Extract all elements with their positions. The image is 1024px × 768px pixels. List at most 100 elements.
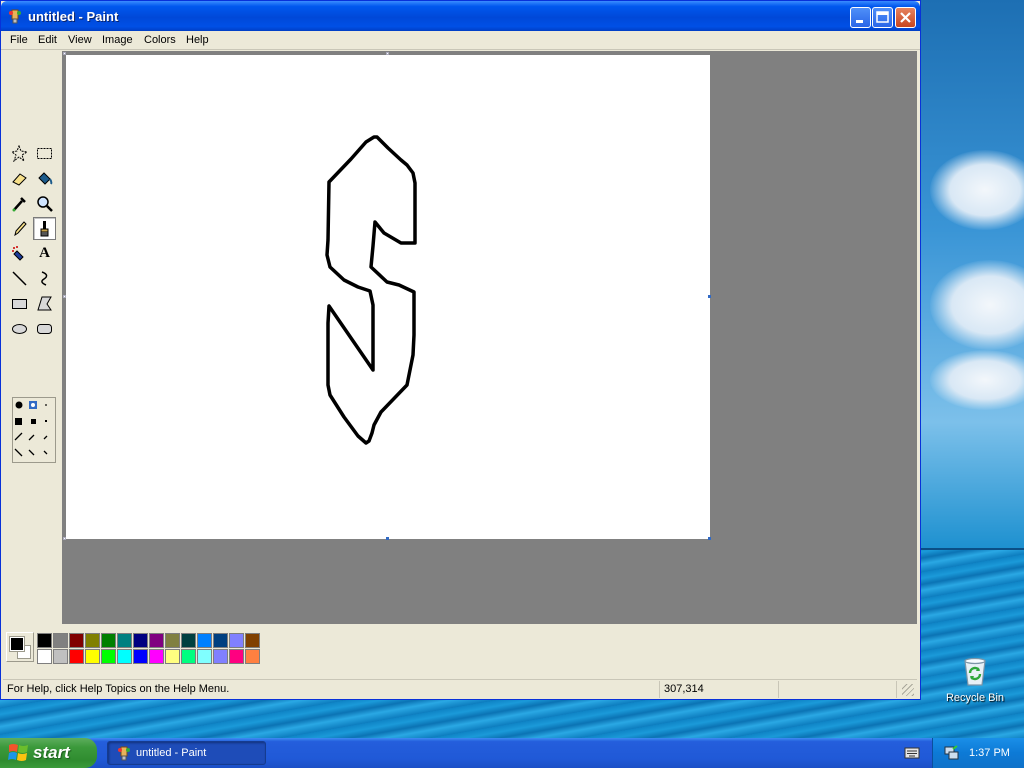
window-title: untitled - Paint	[28, 9, 119, 24]
tool-magnifier[interactable]	[33, 192, 56, 215]
tool-select[interactable]	[33, 142, 56, 165]
minimize-button[interactable]	[850, 7, 871, 28]
clock: 1:37 PM	[969, 747, 1010, 759]
palette-swatch[interactable]	[69, 633, 84, 648]
tool-fill[interactable]	[33, 167, 56, 190]
tool-brush[interactable]	[33, 217, 56, 240]
desktop-cloud	[930, 150, 1024, 230]
drawing-canvas[interactable]	[63, 52, 711, 540]
tool-text[interactable]: A	[33, 242, 56, 265]
close-button[interactable]	[895, 7, 916, 28]
palette-swatch[interactable]	[213, 633, 228, 648]
keyboard-icon[interactable]	[904, 746, 920, 760]
tool-ellipse[interactable]	[8, 317, 31, 340]
brush-shape-options[interactable]	[12, 397, 56, 463]
palette-swatch[interactable]	[53, 649, 68, 664]
palette-swatch[interactable]	[181, 633, 196, 648]
foreground-color	[9, 636, 25, 652]
canvas-workspace[interactable]	[62, 51, 917, 624]
paint-window: untitled - Paint File Edit View Image Co…	[0, 0, 921, 700]
canvas-resize-handle[interactable]	[386, 52, 389, 55]
text-icon: A	[39, 245, 50, 261]
palette-swatch[interactable]	[37, 633, 52, 648]
palette-swatch[interactable]	[117, 649, 132, 664]
status-bar: For Help, click Help Topics on the Help …	[3, 679, 917, 698]
palette-swatch[interactable]	[245, 649, 260, 664]
menu-help[interactable]: Help	[186, 34, 209, 46]
tool-pick-color[interactable]	[8, 192, 31, 215]
system-tray: 1:37 PM	[932, 738, 1024, 768]
status-divider	[659, 681, 660, 698]
menu-file[interactable]: File	[10, 34, 28, 46]
tool-eraser[interactable]	[8, 167, 31, 190]
close-icon	[900, 12, 911, 23]
palette-swatch[interactable]	[69, 649, 84, 664]
curve-icon	[41, 271, 48, 286]
palette-swatch[interactable]	[37, 649, 52, 664]
network-icon[interactable]	[943, 745, 959, 761]
recycle-bin-label: Recycle Bin	[945, 692, 1005, 704]
star-select-icon	[11, 145, 28, 162]
rectangle-icon	[12, 299, 27, 309]
palette-swatch[interactable]	[101, 633, 116, 648]
palette-swatch[interactable]	[197, 649, 212, 664]
paint-app-icon	[9, 9, 21, 24]
brush-icon	[40, 221, 49, 237]
palette-swatch[interactable]	[133, 649, 148, 664]
canvas-resize-handle[interactable]	[386, 537, 389, 540]
eyedropper-icon	[12, 197, 26, 212]
tool-polygon[interactable]	[33, 292, 56, 315]
palette-swatch[interactable]	[149, 649, 164, 664]
canvas-resize-handle[interactable]	[708, 537, 711, 540]
brush-shapes-icon	[14, 401, 48, 457]
start-button[interactable]: start	[0, 738, 97, 768]
tool-rounded-rectangle[interactable]	[33, 317, 56, 340]
current-colors[interactable]	[6, 632, 34, 662]
palette-swatch[interactable]	[101, 649, 116, 664]
palette-swatch[interactable]	[245, 633, 260, 648]
tool-curve[interactable]	[33, 267, 56, 290]
palette-swatch[interactable]	[149, 633, 164, 648]
magnifier-icon	[37, 196, 53, 212]
menu-colors[interactable]: Colors	[144, 34, 176, 46]
taskbar-item-paint[interactable]: untitled - Paint	[107, 741, 266, 765]
maximize-button[interactable]	[872, 7, 893, 28]
color-palette	[3, 625, 917, 675]
palette-swatch[interactable]	[133, 633, 148, 648]
eraser-icon	[12, 173, 27, 186]
palette-swatch[interactable]	[165, 633, 180, 648]
tool-box: A	[3, 51, 61, 624]
tool-airbrush[interactable]	[8, 242, 31, 265]
status-divider	[778, 681, 779, 698]
windows-logo-icon	[8, 744, 28, 761]
menu-edit[interactable]: Edit	[38, 34, 57, 46]
taskbar: start untitled - Paint 1:37 PM	[0, 738, 1024, 768]
resize-grip[interactable]	[902, 684, 914, 696]
status-divider	[896, 681, 897, 698]
canvas-resize-handle[interactable]	[63, 295, 66, 298]
tool-pencil[interactable]	[8, 217, 31, 240]
ellipse-icon	[12, 324, 27, 334]
canvas-resize-handle[interactable]	[63, 537, 66, 540]
palette-swatch[interactable]	[229, 649, 244, 664]
palette-swatch[interactable]	[53, 633, 68, 648]
palette-swatch[interactable]	[181, 649, 196, 664]
canvas-resize-handle[interactable]	[63, 52, 66, 55]
recycle-bin[interactable]: Recycle Bin	[944, 655, 1006, 709]
palette-swatch[interactable]	[85, 633, 100, 648]
paint-app-icon	[118, 746, 130, 761]
menu-image[interactable]: Image	[102, 34, 133, 46]
minimize-icon	[856, 20, 863, 23]
palette-swatch[interactable]	[85, 649, 100, 664]
palette-swatch[interactable]	[197, 633, 212, 648]
menu-view[interactable]: View	[68, 34, 92, 46]
tool-line[interactable]	[8, 267, 31, 290]
palette-swatch[interactable]	[229, 633, 244, 648]
tool-free-form-select[interactable]	[8, 142, 31, 165]
palette-swatch[interactable]	[213, 649, 228, 664]
palette-swatch[interactable]	[117, 633, 132, 648]
tool-rectangle[interactable]	[8, 292, 31, 315]
palette-swatch[interactable]	[165, 649, 180, 664]
title-bar[interactable]: untitled - Paint	[1, 1, 920, 31]
canvas-resize-handle[interactable]	[708, 295, 711, 298]
